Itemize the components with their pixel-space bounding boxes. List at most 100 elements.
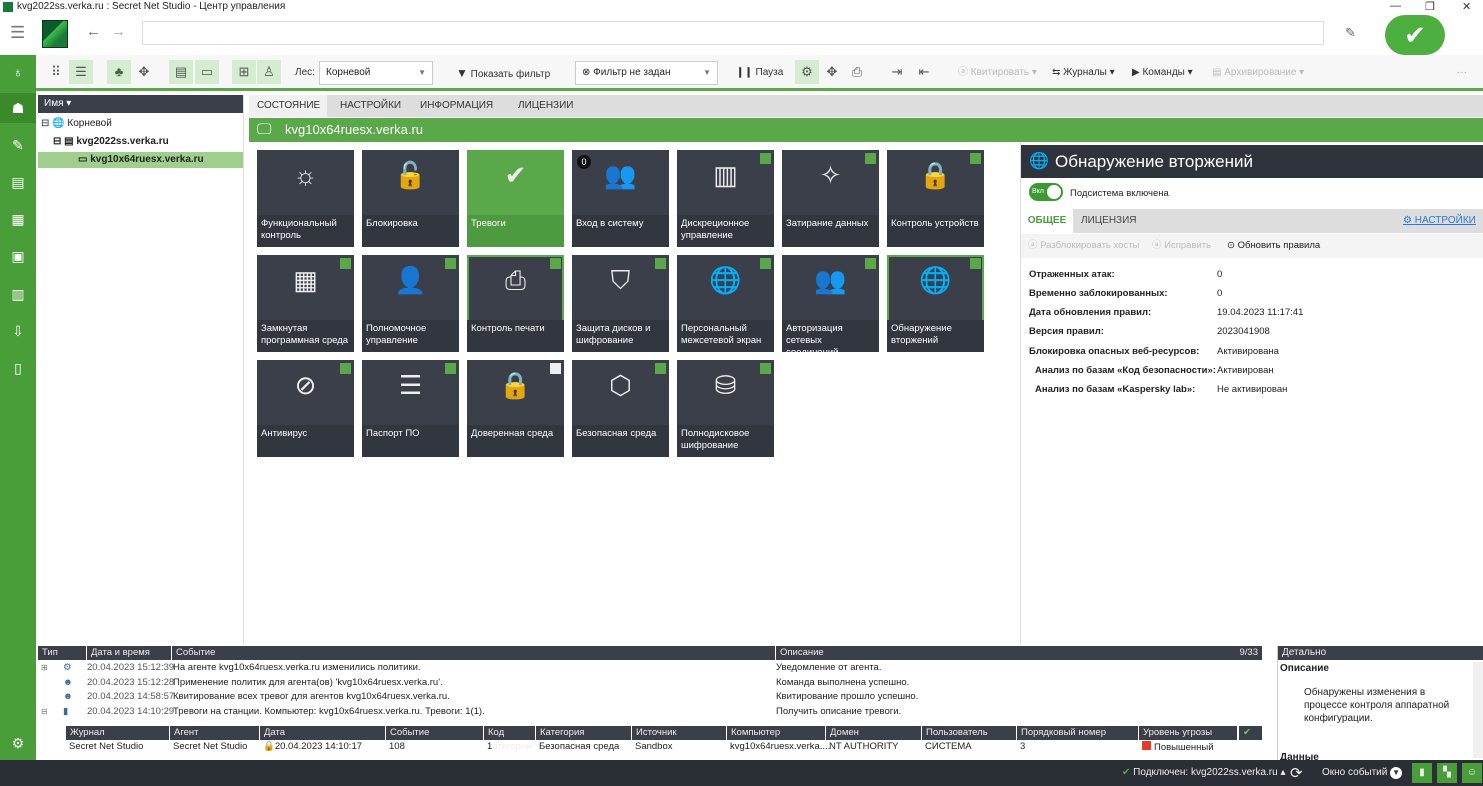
sub-col-header[interactable]: Домен xyxy=(826,726,921,740)
tile-17[interactable]: 🔒 Доверенная среда xyxy=(467,360,564,457)
forward-icon[interactable]: → xyxy=(111,23,126,40)
log-row[interactable]: ⊟ ▮ 20.04.2023 14:10:29 Тревоги на станц… xyxy=(38,705,1262,719)
tab-info[interactable]: ИНФОРМАЦИЯ xyxy=(412,95,501,117)
address-input[interactable] xyxy=(142,21,1324,45)
tab-license[interactable]: ЛИЦЕНЗИЯ xyxy=(1081,209,1137,233)
collapse-icon[interactable]: ⊟ xyxy=(41,705,48,719)
agent-icon[interactable]: ♙ xyxy=(257,60,281,84)
col-event[interactable]: Событие xyxy=(172,646,775,660)
tile-12[interactable]: 🌐 Персональный межсетевой экран xyxy=(677,255,774,352)
tab-settings[interactable]: НАСТРОЙКИ xyxy=(332,95,409,117)
sidebar-journals-icon[interactable]: ▤ xyxy=(0,167,36,197)
minimize-icon[interactable]: — xyxy=(1390,0,1401,12)
sidebar-monitoring-icon[interactable]: ♁ xyxy=(0,57,36,87)
sidebar-reports-icon[interactable]: ▦ xyxy=(0,204,36,234)
tree-node-server[interactable]: ⊟ ▤ kvg2022ss.verka.ru xyxy=(53,134,169,150)
sidebar-devices-icon[interactable]: ▣ xyxy=(0,241,36,271)
sidebar-computers-icon[interactable]: ☗ xyxy=(0,93,36,123)
expand-icon[interactable]: ⊞ xyxy=(41,661,48,675)
update-rules-button[interactable]: ⊙ Обновить правила xyxy=(1227,234,1320,258)
tile-9[interactable]: 👤 Полномочное управление xyxy=(362,255,459,352)
tiles-view-icon[interactable]: ⠿ xyxy=(44,60,68,84)
tile-19[interactable]: ⛁ Полнодисковое шифрование xyxy=(677,360,774,457)
sub-col-header[interactable]: Категория xyxy=(536,726,631,740)
settings-gear-icon[interactable]: ⚙ xyxy=(0,728,36,758)
ack-button[interactable]: ⓐ Квитировать ▾ xyxy=(958,60,1037,86)
tab-general[interactable]: ОБЩЕЕ xyxy=(1021,209,1073,233)
hierarchy-icon[interactable]: ♣ xyxy=(107,60,131,84)
tile-7[interactable]: 🔒 Контроль устройств xyxy=(887,150,984,247)
tile-16[interactable]: ☰ Паспорт ПО xyxy=(362,360,459,457)
sub-col-header[interactable]: Компьютер xyxy=(727,726,825,740)
menu-icon[interactable]: ☰ xyxy=(10,23,25,43)
tile-6[interactable]: ✧ Затирание данных xyxy=(782,150,879,247)
sub-col-header[interactable]: Уровень угрозы xyxy=(1139,726,1237,740)
col-datetime[interactable]: Дата и время xyxy=(87,646,171,660)
col-type[interactable]: Тип xyxy=(38,646,86,660)
tile-14[interactable]: 🌐 Обнаружение вторжений xyxy=(887,255,984,352)
network-icon[interactable]: ✥ xyxy=(132,60,156,84)
sub-col-header[interactable]: Порядковый номер xyxy=(1017,726,1138,740)
tile-5[interactable]: ▥ Дискреционное управление xyxy=(677,150,774,247)
archiving-button[interactable]: ▤ Архивирование ▾ xyxy=(1212,60,1304,86)
log-row[interactable]: ⊞ ⚙ 20.04.2023 15:12:39 На агенте kvg10x… xyxy=(38,661,1262,675)
tile-4[interactable]: 👥 Вход в систему 0 xyxy=(572,150,669,247)
servers-icon[interactable]: ▤ xyxy=(169,60,193,84)
alerts-icon[interactable]: ▮ xyxy=(1412,763,1432,783)
detail-scrollbar[interactable] xyxy=(1473,662,1483,758)
journals-button[interactable]: ⇆ Журналы ▾ xyxy=(1052,60,1115,86)
agents-icon[interactable]: ▚ xyxy=(1437,763,1457,783)
subsystem-toggle[interactable]: Вкл xyxy=(1029,183,1063,201)
tab-licenses[interactable]: ЛИЦЕНЗИИ xyxy=(510,95,581,117)
tile-10[interactable]: ⎙ Контроль печати xyxy=(467,255,564,352)
tile-18[interactable]: ⬡ Безопасная среда xyxy=(572,360,669,457)
show-filter-button[interactable]: ▼ Показать фильтр xyxy=(456,60,550,86)
col-description[interactable]: Описание 9/33 xyxy=(776,646,1262,660)
filter-select[interactable]: ⊗ Фильтр не задан ▼ xyxy=(575,61,718,85)
pin-icon[interactable]: ✎ xyxy=(1345,25,1356,41)
tree-header[interactable]: Имя ▾ xyxy=(38,95,243,113)
sidebar-policies-icon[interactable]: ✎ xyxy=(0,130,36,160)
tree-node-host[interactable]: ▭ kvg10x64ruesx.verka.ru xyxy=(38,152,243,168)
tile-3[interactable]: ✔ Тревоги xyxy=(467,150,564,247)
tab-state[interactable]: СОСТОЯНИЕ xyxy=(249,95,327,117)
refresh-icon[interactable]: ⟳ xyxy=(1290,764,1303,782)
sub-col-header[interactable]: Журнал xyxy=(66,726,169,740)
events-window-button[interactable]: Окно событий ▼ xyxy=(1322,767,1403,779)
sidebar-docs-icon[interactable]: ▯ xyxy=(0,353,36,383)
sub-col-header[interactable]: Пользователь xyxy=(922,726,1016,740)
add-node-icon[interactable]: ⇥ xyxy=(885,60,909,84)
sidebar-clipboard-icon[interactable]: ▥ xyxy=(0,279,36,309)
tile-15[interactable]: ⊘ Антивирус xyxy=(257,360,354,457)
fix-button[interactable]: ⓐ Исправить xyxy=(1152,234,1211,258)
log-row[interactable]: ☻ 20.04.2023 14:58:57 Квитирование всех … xyxy=(38,690,1262,704)
tile-2[interactable]: 🔓 Блокировка xyxy=(362,150,459,247)
log-row[interactable]: ☻ 20.04.2023 15:12:28 Применение политик… xyxy=(38,676,1262,690)
print-icon[interactable]: ⎙ xyxy=(845,60,869,84)
close-icon[interactable]: ✕ xyxy=(1462,0,1471,13)
tile-8[interactable]: ▦ Замкнутая программная среда xyxy=(257,255,354,352)
sub-col-header[interactable]: Агент xyxy=(170,726,259,740)
pause-button[interactable]: ❙❙ Пауза xyxy=(736,60,783,86)
connection-status[interactable]: ✔ Подключен: kvg2022ss.verka.ru ▴ xyxy=(1122,767,1286,778)
sub-col-header[interactable]: Дата xyxy=(260,726,385,740)
tree-node-root[interactable]: ⊟ 🌐 Корневой xyxy=(41,116,112,132)
sub-col-header[interactable]: Код категории xyxy=(484,726,535,752)
status-ok-icon[interactable]: ✔ xyxy=(1385,15,1445,55)
restore-icon[interactable]: ❐ xyxy=(1425,0,1435,13)
list-view-icon[interactable]: ☰ xyxy=(69,60,93,84)
move-node-icon[interactable]: ⇤ xyxy=(912,60,936,84)
unblock-hosts-button[interactable]: ⓐ Разблокировать хосты xyxy=(1028,234,1139,258)
tile-1[interactable]: ☼ Функциональный контроль xyxy=(257,150,354,247)
sidebar-deploy-icon[interactable]: ⇩ xyxy=(0,316,36,346)
settings-icon[interactable]: ⚙ xyxy=(795,60,819,84)
tile-13[interactable]: 👥 Авторизация сетевых соединений xyxy=(782,255,879,358)
windows-icon[interactable]: ⊞ xyxy=(232,60,256,84)
network-node-icon[interactable]: ✥ xyxy=(820,60,844,84)
more-icon[interactable]: ··· xyxy=(1457,60,1467,86)
workstation-icon[interactable]: ▭ xyxy=(195,60,219,84)
back-icon[interactable]: ← xyxy=(86,23,101,40)
tile-11[interactable]: ⛉ Защита дисков и шифрование xyxy=(572,255,669,352)
sub-col-header[interactable]: Источник xyxy=(632,726,726,740)
user-icon[interactable]: ☺ xyxy=(1462,763,1482,783)
